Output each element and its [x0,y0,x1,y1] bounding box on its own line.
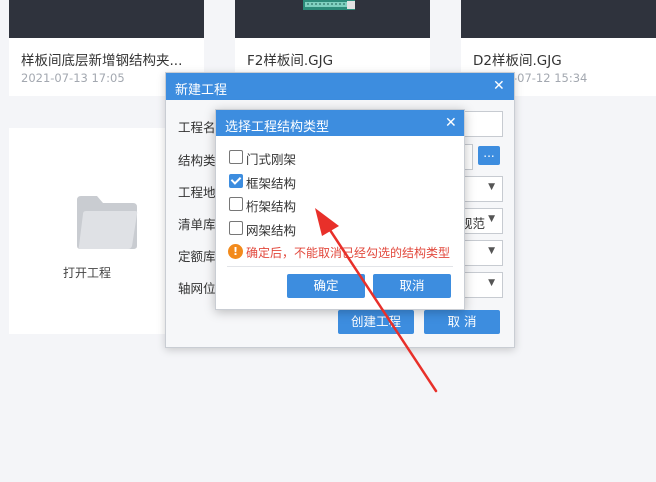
close-icon[interactable]: ✕ [445,115,457,131]
browse-button[interactable]: ... [478,146,500,165]
dialog-header: 选择工程结构类型 ✕ [216,110,464,136]
project-name-label: 工程名 [178,120,216,135]
quota-library-label: 定额库: [178,249,220,264]
dialog-title: 新建工程 [175,83,228,98]
project-thumbnail [461,0,656,38]
open-project-card[interactable]: 打开工程 [9,128,165,334]
project-name: D2样板间.GJG [473,53,562,69]
checkbox[interactable] [229,150,243,164]
chevron-down-icon: ▼ [488,246,495,256]
warning-icon: ! [228,244,243,259]
checkbox-checked[interactable] [229,174,243,188]
chevron-down-icon: ▼ [488,278,495,288]
divider [227,266,453,267]
create-project-button[interactable]: 创建工程 [338,310,414,334]
option-label: 网架结构 [246,223,297,238]
checkbox[interactable] [229,221,243,235]
option-label: 桁架结构 [246,199,297,214]
structure-type-dialog: 选择工程结构类型 ✕ 门式刚架 框架结构 桁架结构 网架结构 ! 确定后，不能取… [215,109,465,310]
axis-position-label: 轴网位 [178,281,216,296]
model-preview-icon [303,0,355,10]
close-icon[interactable]: ✕ [493,78,505,94]
chevron-down-icon: ▼ [488,182,495,192]
option-label: 门式刚架 [246,152,297,167]
chevron-down-icon: ▼ [488,214,495,224]
project-date: 2021-07-13 17:05 [21,71,125,85]
structure-type-label: 结构类 [178,153,216,168]
open-project-label: 打开工程 [62,266,111,280]
project-name: 样板间底层新增钢结构夹... [21,53,183,69]
checkbox[interactable] [229,197,243,211]
dialog-header: 新建工程 ✕ [166,73,514,100]
bill-library-label: 清单库: [178,217,220,232]
cancel-button[interactable]: 取消 [373,274,451,298]
project-date: -07-12 15:34 [513,71,588,85]
dialog-title: 选择工程结构类型 [225,120,330,135]
project-thumbnail [9,0,204,38]
folder-icon [77,196,138,249]
project-thumbnail [235,0,430,38]
option-label: 框架结构 [246,176,297,191]
confirm-button[interactable]: 确定 [287,274,365,298]
project-name: F2样板间.GJG [247,53,334,69]
cancel-button[interactable]: 取 消 [424,310,500,334]
warning-message: 确定后，不能取消已经勾选的结构类型 [246,246,451,260]
project-location-label: 工程地 [178,185,216,200]
